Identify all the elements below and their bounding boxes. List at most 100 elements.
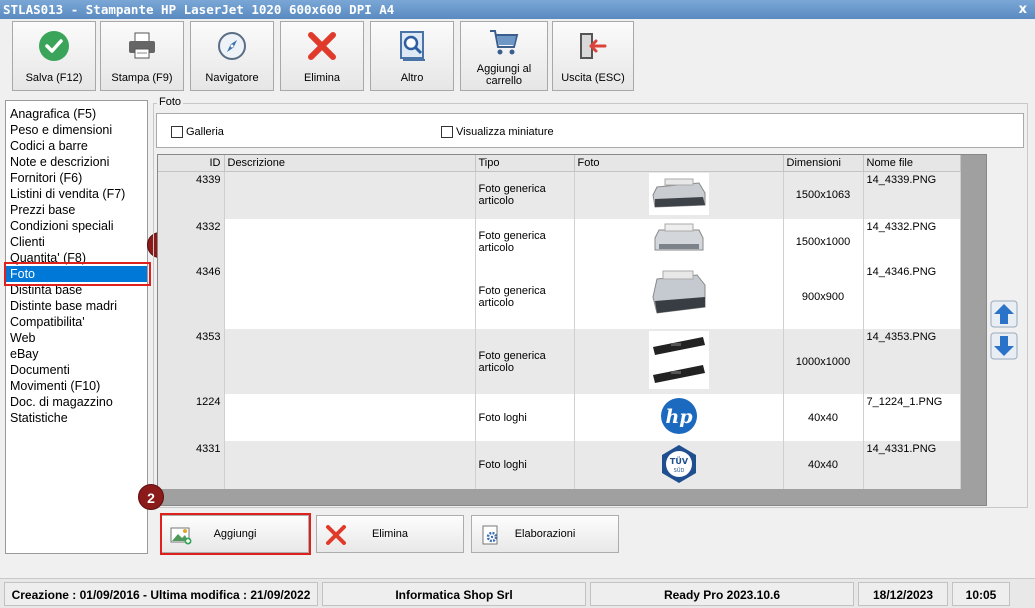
table-row[interactable]: 4332 Foto generica articolo 1500x1000 14… bbox=[158, 219, 961, 264]
cell-tipo: Foto generica articolo bbox=[475, 329, 575, 394]
cell-dimensioni: 1500x1000 bbox=[783, 219, 864, 264]
save-button-label: Salva (F12) bbox=[25, 72, 83, 84]
sidebar-item-condizioni[interactable]: Condizioni speciali bbox=[6, 218, 147, 234]
col-header-tipo[interactable]: Tipo bbox=[475, 155, 575, 172]
more-button[interactable]: Altro bbox=[370, 21, 454, 91]
add-to-cart-button[interactable]: Aggiungi al carrello bbox=[460, 21, 548, 91]
cell-dimensioni: 40x40 bbox=[783, 394, 864, 441]
miniature-checkbox[interactable]: Visualizza miniature bbox=[441, 126, 554, 138]
navigator-button[interactable]: Navigatore bbox=[190, 21, 274, 91]
delete-photo-button[interactable]: Elimina bbox=[316, 515, 464, 553]
cell-dimensioni: 900x900 bbox=[783, 264, 864, 329]
cell-foto: TÜV SÜD bbox=[574, 441, 784, 489]
table-row[interactable]: 4331 Foto loghi TÜV SÜD 40x40 14_4331.PNG bbox=[158, 441, 961, 489]
sidebar-item-prezzi[interactable]: Prezzi base bbox=[6, 202, 147, 218]
table-row[interactable]: 4339 Foto generica articolo 1500x1063 14… bbox=[158, 171, 961, 219]
magnifier-doc-icon bbox=[394, 30, 430, 62]
save-button[interactable]: Salva (F12) bbox=[12, 21, 96, 91]
sidebar-item-listini[interactable]: Listini di vendita (F7) bbox=[6, 186, 147, 202]
sidebar-item-compatibilita[interactable]: Compatibilita' bbox=[6, 314, 147, 330]
photo-grid: ID Descrizione Tipo Foto Dimensioni Nome… bbox=[157, 154, 987, 506]
cell-foto: hp bbox=[574, 394, 784, 441]
cell-descrizione bbox=[224, 329, 476, 394]
close-window-button[interactable]: x bbox=[1019, 0, 1027, 19]
hp-logo: hp bbox=[660, 398, 697, 434]
sidebar-nav: Anagrafica (F5) Peso e dimensioni Codici… bbox=[5, 100, 148, 554]
sidebar-item-distinte-madri[interactable]: Distinte base madri bbox=[6, 298, 147, 314]
sidebar-item-codici[interactable]: Codici a barre bbox=[6, 138, 147, 154]
cell-dimensioni: 1500x1063 bbox=[783, 171, 864, 219]
window-title: STLAS013 - Stampante HP LaserJet 1020 60… bbox=[3, 2, 395, 17]
status-bar: Creazione : 01/09/2016 - Ultima modifica… bbox=[0, 578, 1035, 608]
cell-id: 4353 bbox=[158, 329, 225, 394]
cell-nome-file: 7_1224_1.PNG bbox=[863, 394, 961, 441]
cell-descrizione bbox=[224, 219, 476, 264]
cell-foto bbox=[574, 329, 784, 394]
status-product: Ready Pro 2023.10.6 bbox=[590, 582, 854, 606]
cell-id: 4332 bbox=[158, 219, 225, 264]
col-header-descrizione[interactable]: Descrizione bbox=[224, 155, 476, 172]
sidebar-item-movimenti[interactable]: Movimenti (F10) bbox=[6, 378, 147, 394]
miniature-checkbox-box[interactable] bbox=[441, 126, 453, 138]
cell-dimensioni: 40x40 bbox=[783, 441, 864, 489]
cell-id: 1224 bbox=[158, 394, 225, 441]
reorder-arrows bbox=[990, 300, 1018, 364]
cell-tipo: Foto generica articolo bbox=[475, 264, 575, 329]
status-date: 18/12/2023 bbox=[858, 582, 948, 606]
toner-photo-thumbnail bbox=[648, 331, 709, 389]
sidebar-item-doc-magazzino[interactable]: Doc. di magazzino bbox=[6, 394, 147, 410]
elaborations-button[interactable]: Elaborazioni bbox=[471, 515, 619, 553]
foto-group-title: Foto bbox=[157, 96, 184, 108]
sidebar-item-fornitori[interactable]: Fornitori (F6) bbox=[6, 170, 147, 186]
col-header-foto[interactable]: Foto bbox=[574, 155, 784, 172]
sidebar-item-web[interactable]: Web bbox=[6, 330, 147, 346]
compass-icon bbox=[214, 30, 250, 62]
cell-descrizione bbox=[224, 264, 476, 329]
galleria-checkbox[interactable]: Galleria bbox=[171, 126, 224, 138]
cell-id: 4346 bbox=[158, 264, 225, 329]
cell-descrizione bbox=[224, 394, 476, 441]
sidebar-item-peso[interactable]: Peso e dimensioni bbox=[6, 122, 147, 138]
tuv-logo: TÜVSÜD bbox=[661, 444, 696, 483]
table-header-row: ID Descrizione Tipo Foto Dimensioni Nome… bbox=[158, 155, 961, 172]
col-header-nome-file[interactable]: Nome file bbox=[863, 155, 961, 172]
cell-tipo: Foto loghi bbox=[475, 441, 575, 489]
cell-nome-file: 14_4353.PNG bbox=[863, 329, 961, 394]
printer-photo-thumbnail bbox=[648, 172, 709, 215]
col-header-dimensioni[interactable]: Dimensioni bbox=[783, 155, 864, 172]
cart-icon bbox=[486, 26, 522, 58]
galleria-checkbox-box[interactable] bbox=[171, 126, 183, 138]
more-button-label: Altro bbox=[400, 72, 424, 84]
cell-tipo: Foto generica articolo bbox=[475, 219, 575, 264]
toolbar: Salva (F12) Stampa (F9) Navigatore Elimi… bbox=[0, 19, 1035, 95]
sidebar-item-anagrafica[interactable]: Anagrafica (F5) bbox=[6, 106, 147, 122]
delete-button-label: Elimina bbox=[303, 72, 341, 84]
move-down-arrow-icon[interactable] bbox=[990, 332, 1018, 360]
table-row[interactable]: 4346 Foto generica articolo 900x900 14_4… bbox=[158, 264, 961, 329]
cell-id: 4331 bbox=[158, 441, 225, 489]
tuv-logo-text: TÜV bbox=[669, 456, 688, 466]
printer-photo-thumbnail bbox=[648, 267, 709, 323]
sidebar-item-documenti[interactable]: Documenti bbox=[6, 362, 147, 378]
sidebar-item-ebay[interactable]: eBay bbox=[6, 346, 147, 362]
cell-foto bbox=[574, 264, 784, 329]
print-button[interactable]: Stampa (F9) bbox=[100, 21, 184, 91]
options-bar: Galleria Visualizza miniature bbox=[156, 113, 1024, 148]
status-company: Informatica Shop Srl bbox=[322, 582, 586, 606]
sidebar-item-note[interactable]: Note e descrizioni bbox=[6, 154, 147, 170]
move-up-arrow-icon[interactable] bbox=[990, 300, 1018, 328]
sidebar-item-clienti[interactable]: Clienti bbox=[6, 234, 147, 250]
add-to-cart-button-label: Aggiungi al carrello bbox=[476, 63, 532, 87]
cell-nome-file: 14_4332.PNG bbox=[863, 219, 961, 264]
photo-table: ID Descrizione Tipo Foto Dimensioni Nome… bbox=[158, 155, 961, 489]
col-header-id[interactable]: ID bbox=[158, 155, 225, 172]
sidebar-item-statistiche[interactable]: Statistiche bbox=[6, 410, 147, 426]
galleria-label: Galleria bbox=[186, 126, 224, 138]
delete-button[interactable]: Elimina bbox=[280, 21, 364, 91]
table-row[interactable]: 1224 Foto loghi hp 40x40 7_1224_1.PNG bbox=[158, 394, 961, 441]
navigator-button-label: Navigatore bbox=[205, 72, 259, 84]
exit-button[interactable]: Uscita (ESC) bbox=[552, 21, 634, 91]
cell-tipo: Foto loghi bbox=[475, 394, 575, 441]
table-row[interactable]: 4353 Foto generica articolo 1000x1000 14… bbox=[158, 329, 961, 394]
foto-highlight-box bbox=[4, 262, 151, 286]
